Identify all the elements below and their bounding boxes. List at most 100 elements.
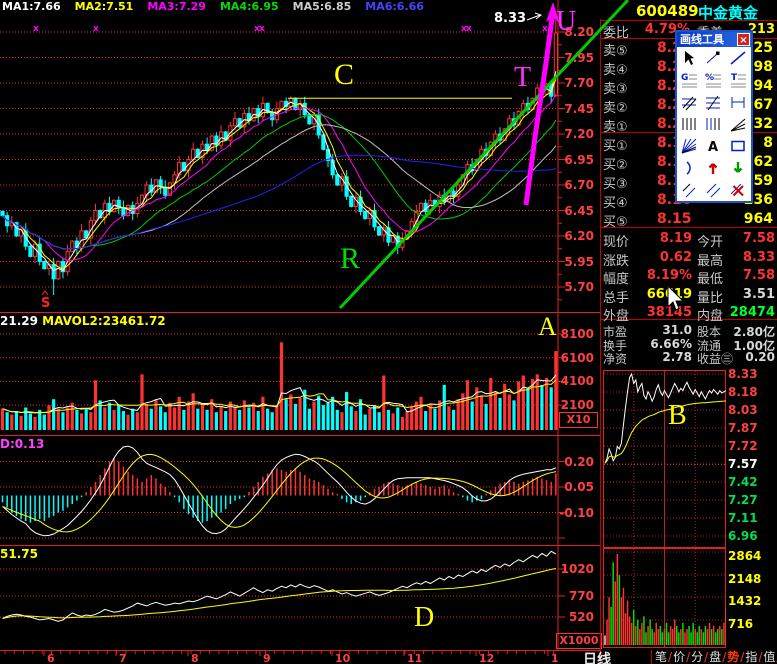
tab-0[interactable]: 笔 [655,648,667,664]
mini-price-axis-label: 8.18 [728,386,774,398]
tool-trend-parallel-icon[interactable] [702,179,725,201]
strength-label: 51.75 [0,547,38,561]
annotation-t: T [514,62,531,94]
tab-separator: / [722,650,726,664]
svg-text:7: 7 [119,652,127,664]
svg-text:10: 10 [335,652,351,664]
drawing-toolbar-window[interactable]: 画线工具 × G%T A [675,30,753,203]
tool-pointer-icon[interactable] [677,47,700,69]
quote-value: 6.66% [630,337,692,351]
tab-5[interactable]: 指 [745,648,757,664]
axis-label: 520 [552,611,594,623]
volume-pane[interactable] [0,312,600,435]
ma-value: MA2:7.51 [75,0,134,13]
tab-separator: / [758,650,762,664]
tool-vertical-lines-icon[interactable] [677,113,700,135]
mini-volume-axis-label: 716 [728,618,774,630]
axis-label: 0.05 [552,481,594,493]
quote-value: 8.33 [715,250,775,265]
tool-arrow-up-icon[interactable] [702,157,725,179]
annotation-b: B [668,400,687,432]
axis-label: 7.45 [552,103,594,115]
axis-label: 6100 [552,352,594,364]
quote-value: 66619 [630,287,692,302]
tool-parallel-line-icon[interactable] [677,179,700,201]
axis-label: 7.95 [552,52,594,64]
tab-6[interactable]: 值 [763,648,775,664]
annotation-a: A [538,312,557,342]
ma-value: MA6:6.66 [365,0,424,13]
tab-active-4[interactable]: 势 [727,648,739,664]
quote-value: 0.62 [630,250,692,265]
svg-text:x: x [33,24,39,34]
main-kline-chart[interactable]: xxxxxxx8.33S [0,0,600,312]
tool-golden-section-icon[interactable]: G [677,69,700,91]
panel-divider [600,19,601,664]
annotation-d: D [414,602,434,634]
tool-erase-icon[interactable] [726,179,749,201]
macd-pane[interactable] [0,435,600,545]
axis-label: 5.70 [552,281,594,293]
bid-level-label: 买⑤ [603,211,628,230]
svg-text:6: 6 [47,652,55,664]
mini-intraday-volume[interactable] [603,548,726,648]
drawing-toolbar-title: 画线工具 [680,33,724,46]
tab-separator: / [704,650,708,664]
tab-period-daily[interactable]: 日线 [583,649,611,664]
mini-intraday-chart[interactable] [603,370,726,548]
quote-value: 31.0 [630,323,692,337]
ask-level-label: 卖③ [603,78,628,97]
ask-level-label: 卖① [603,116,628,135]
drawing-toolbar-titlebar[interactable]: 画线工具 × [677,32,751,47]
tab-2[interactable]: 分 [691,648,703,664]
mini-volume-axis-label: 1432 [728,595,774,607]
tab-3[interactable]: 盘 [709,648,721,664]
tool-percent-line-icon[interactable]: % [702,69,725,91]
quote-value: 7.58 [715,268,775,283]
mini-price-axis-label: 7.27 [728,494,774,506]
mini-price-axis-label: 7.11 [728,512,774,524]
bid-level-label: 买③ [603,173,628,192]
svg-text:11: 11 [407,652,422,664]
tool-ray-fan-icon[interactable] [677,135,700,157]
stock-code[interactable]: 600489 [636,2,699,20]
quote-value: 28474 [715,305,775,320]
volume-unit-box: X10 [559,412,598,428]
tool-text-icon[interactable]: A [702,135,725,157]
tool-channel-icon[interactable] [677,91,700,113]
svg-text:x: x [93,24,99,34]
tool-cycle-lines-icon[interactable] [702,113,725,135]
tool-segment-icon[interactable] [702,47,725,69]
tool-angle-fan-icon[interactable] [726,113,749,135]
ma-value: MA4:6.95 [220,0,279,13]
tool-arrow-down-icon[interactable] [726,157,749,179]
tool-line-icon[interactable] [726,47,749,69]
tool-parallel-channel-icon[interactable] [702,91,725,113]
stock-name[interactable]: 中金黄金 [698,2,758,23]
close-icon[interactable]: × [737,33,750,46]
svg-text:x: x [542,24,548,34]
macd-label: D:0.13 [0,437,44,451]
mini-price-axis-label: 6.96 [728,530,774,542]
svg-text:8.33: 8.33 [494,11,526,26]
axis-label: 7.20 [552,128,594,140]
tool-rectangle-icon[interactable] [726,135,749,157]
annotation-u: U [556,6,576,38]
tab-1[interactable]: 价 [673,648,685,664]
svg-text:S: S [41,296,50,311]
trading-terminal: xxxxxxx8.33S 67891011121 MA1:7.66MA2:7.5… [0,0,777,664]
axis-label: 0.20 [552,456,594,468]
strength-pane[interactable] [0,545,600,650]
axis-label: 6.70 [552,179,594,191]
ask-level-label: 卖② [603,97,628,116]
bottom-tabs: 笔/价/分/盘/势/指/值/筹 [655,649,777,664]
tool-gann-line-icon[interactable] [726,91,749,113]
svg-text:12: 12 [479,652,494,664]
mini-price-axis-label: 7.87 [728,422,774,434]
axis-label: 8100 [552,328,594,340]
tool-arc-icon[interactable] [677,157,700,179]
quote-value: 7.58 [715,231,775,246]
quote-value: 2.78 [630,350,692,364]
bid-price[interactable]: 8.15 [657,211,692,227]
tool-time-line-icon[interactable]: T [726,69,749,91]
